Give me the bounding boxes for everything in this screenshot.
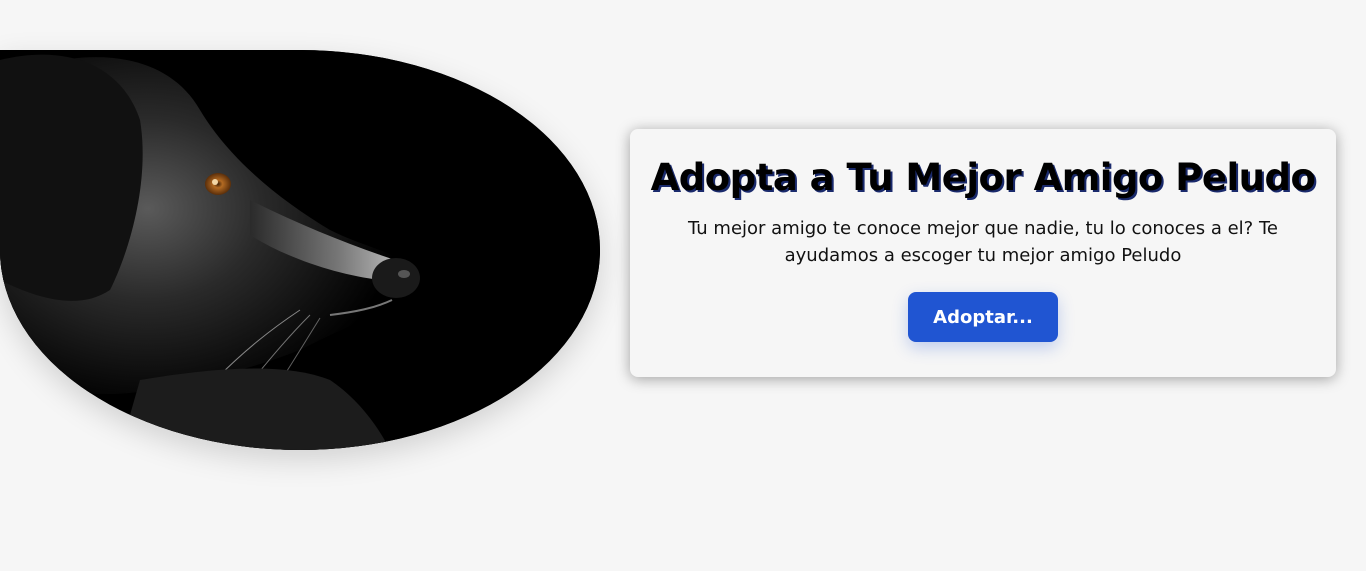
dog-photo	[0, 50, 600, 450]
card-title: Adopta a Tu Mejor Amigo Peludo	[650, 156, 1316, 199]
dog-silhouette-image	[0, 50, 600, 450]
page: Adopta a Tu Mejor Amigo Peludo Tu mejor …	[0, 0, 1366, 571]
adoption-card: Adopta a Tu Mejor Amigo Peludo Tu mejor …	[630, 129, 1336, 377]
card-description: Tu mejor amigo te conoce mejor que nadie…	[688, 218, 1278, 266]
adopt-button[interactable]: Adoptar...	[908, 292, 1058, 342]
